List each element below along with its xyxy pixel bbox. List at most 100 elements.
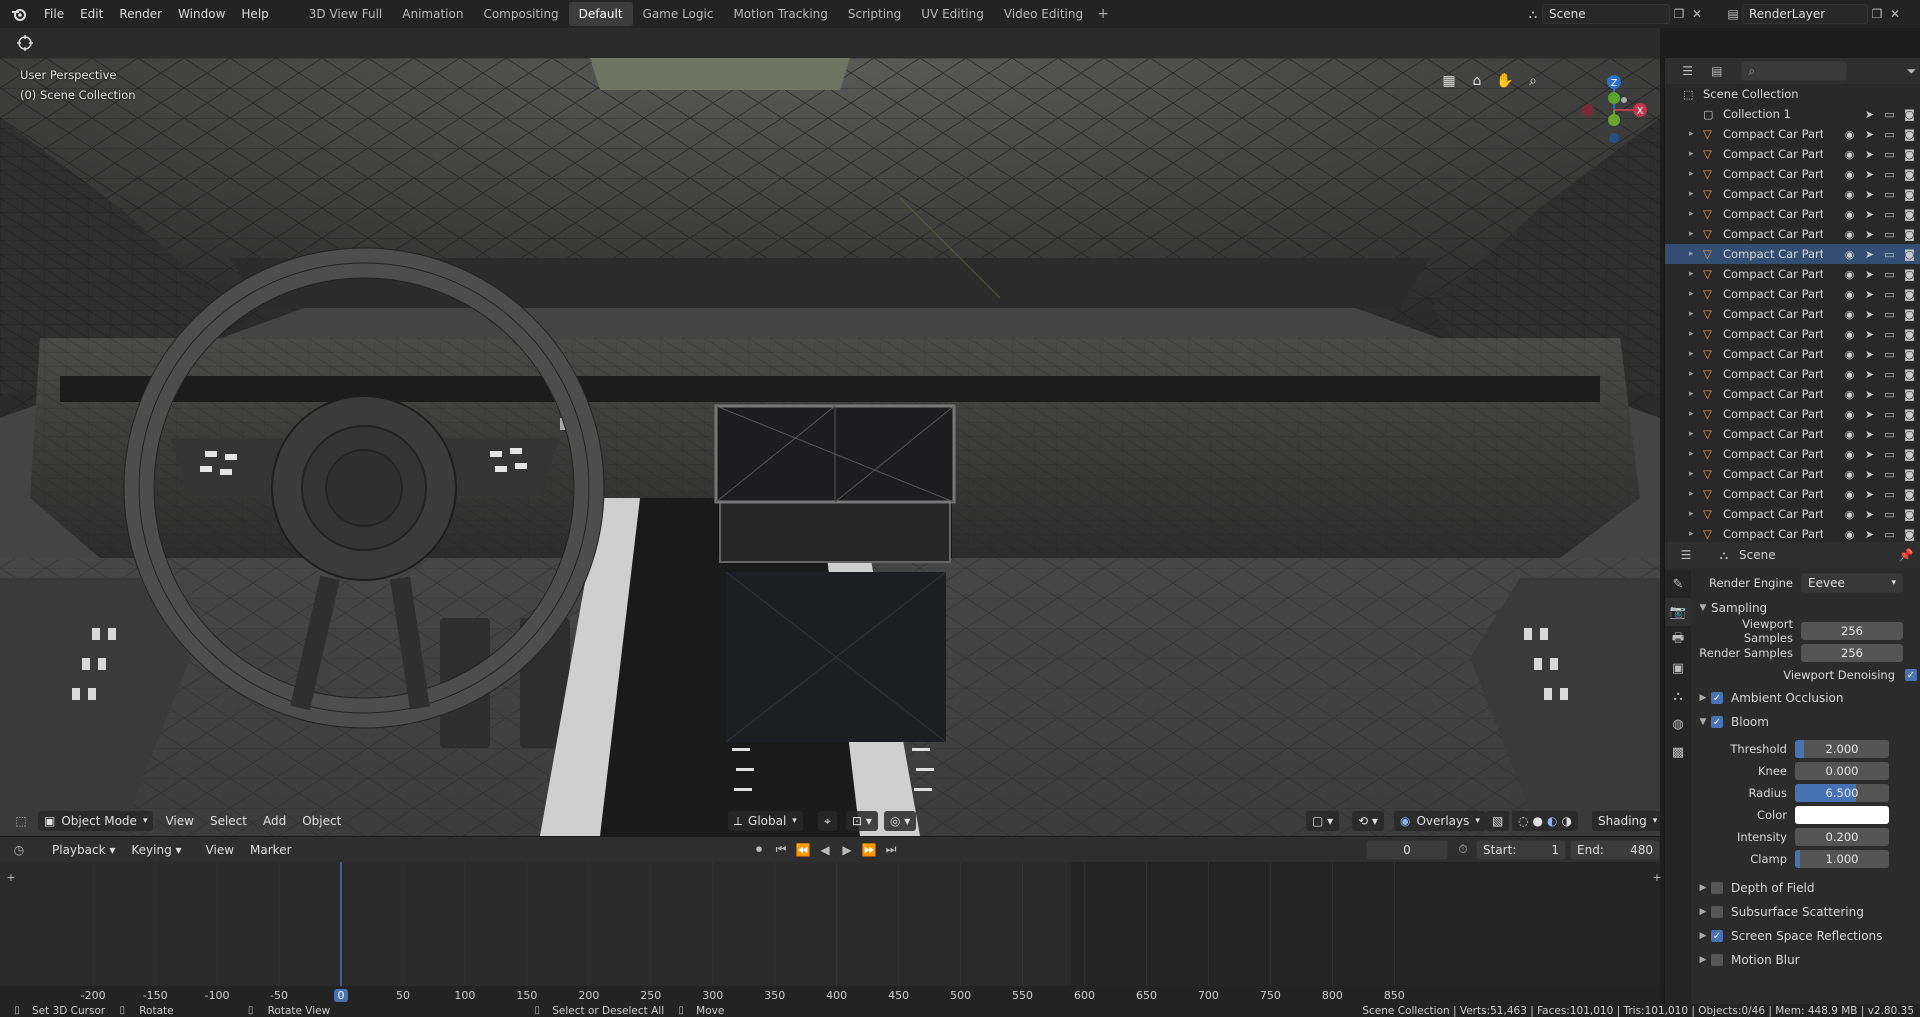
- outliner-search-input[interactable]: ⌕: [1741, 61, 1847, 81]
- render-toggle-icon[interactable]: ◙: [1901, 308, 1918, 321]
- outliner-object-row[interactable]: ▸ ▽ Compact Car Part.0 ◉➤▭◙: [1665, 384, 1920, 404]
- depth-of-field-section[interactable]: ▶ Depth of Field: [1695, 876, 1919, 900]
- render-toggle-icon[interactable]: ◙: [1901, 488, 1918, 501]
- eye-icon[interactable]: ◉: [1841, 288, 1858, 301]
- select-arrow-icon[interactable]: ➤: [1861, 268, 1878, 281]
- xray-toggle[interactable]: ▧: [1486, 811, 1510, 831]
- expand-arrow-icon[interactable]: ▸: [1689, 349, 1699, 359]
- render-toggle-icon[interactable]: ◙: [1901, 508, 1918, 521]
- outliner-object-row[interactable]: ▸ ▽ Compact Car Part.0 ◉➤▭◙: [1665, 364, 1920, 384]
- viewport-toggle-icon[interactable]: ▭: [1881, 208, 1898, 221]
- overlays-dropdown[interactable]: ◉ Overlays ▾: [1394, 811, 1486, 831]
- eye-icon[interactable]: ◉: [1841, 268, 1858, 281]
- outliner-object-row[interactable]: ▸ ▽ Compact Car Part.0 ◉➤▭◙: [1665, 444, 1920, 464]
- prev-keyframe-icon[interactable]: ⏪: [794, 841, 812, 859]
- eye-icon[interactable]: ◉: [1841, 208, 1858, 221]
- eye-icon[interactable]: ◉: [1841, 488, 1858, 501]
- outliner-collection[interactable]: ▢ Collection 1 ➤ ▭ ◙: [1665, 104, 1920, 124]
- filter-icon[interactable]: ⏷: [1903, 62, 1920, 80]
- select-arrow-icon[interactable]: ➤: [1861, 528, 1878, 541]
- outliner-object-row[interactable]: ▸ ▽ Compact Car Part.0 ◉➤▭◙: [1665, 344, 1920, 364]
- threshold-slider[interactable]: 2.000: [1795, 740, 1889, 758]
- start-frame-field[interactable]: Start: 1: [1476, 839, 1566, 860]
- bloom-checkbox[interactable]: ✓: [1711, 716, 1723, 728]
- viewport-toggle-icon[interactable]: ▭: [1881, 508, 1898, 521]
- output-tab-icon[interactable]: 🖶: [1665, 626, 1691, 654]
- pin-icon[interactable]: 📌: [1897, 546, 1915, 564]
- select-arrow-icon[interactable]: ➤: [1861, 308, 1878, 321]
- tab-default[interactable]: Default: [568, 2, 633, 26]
- eye-icon[interactable]: ◉: [1841, 348, 1858, 361]
- render-toggle-icon[interactable]: ◙: [1901, 228, 1918, 241]
- layer-selector[interactable]: ▤ RenderLayer ❐ ✕: [1724, 3, 1904, 25]
- timeline-add-left-icon[interactable]: +: [2, 868, 20, 886]
- preview-range-icon[interactable]: ⏱: [1454, 841, 1472, 859]
- viewport-toggle-icon[interactable]: ▭: [1881, 248, 1898, 261]
- expand-arrow-icon[interactable]: ▸: [1689, 309, 1699, 319]
- intensity-slider[interactable]: 0.200: [1795, 828, 1889, 846]
- viewport-toggle-icon[interactable]: ▭: [1881, 148, 1898, 161]
- render-toggle-icon[interactable]: ◙: [1901, 268, 1918, 281]
- gizmo-toggle-dropdown[interactable]: ⟲ ▾: [1352, 811, 1384, 831]
- jump-start-icon[interactable]: ⏮: [772, 841, 790, 859]
- tab-compositing[interactable]: Compositing: [473, 2, 568, 26]
- play-icon[interactable]: ▶: [838, 841, 856, 859]
- tab-animation[interactable]: Animation: [392, 2, 473, 26]
- eye-icon[interactable]: ◉: [1841, 428, 1858, 441]
- viewport-menu-view[interactable]: View: [157, 814, 201, 828]
- select-arrow-icon[interactable]: ➤: [1861, 248, 1878, 261]
- render-toggle-icon[interactable]: ◙: [1901, 108, 1918, 121]
- select-arrow-icon[interactable]: ➤: [1861, 348, 1878, 361]
- eye-icon[interactable]: ◉: [1841, 328, 1858, 341]
- viewport-toggle-icon[interactable]: ▭: [1881, 128, 1898, 141]
- viewport-toggle-icon[interactable]: ▭: [1881, 448, 1898, 461]
- snap-target-dropdown[interactable]: ⊡ ▾: [846, 811, 878, 831]
- wireframe-shading-icon[interactable]: ◌: [1518, 814, 1528, 828]
- viewport-toggle-icon[interactable]: ▭: [1881, 428, 1898, 441]
- eye-icon[interactable]: ◉: [1841, 508, 1858, 521]
- render-toggle-icon[interactable]: ◙: [1901, 148, 1918, 161]
- subsurface-checkbox[interactable]: [1711, 906, 1723, 918]
- play-reverse-icon[interactable]: ◀: [816, 841, 834, 859]
- tab-motion-tracking[interactable]: Motion Tracking: [723, 2, 837, 26]
- subsurface-section[interactable]: ▶ Subsurface Scattering: [1695, 900, 1919, 924]
- select-arrow-icon[interactable]: ➤: [1861, 388, 1878, 401]
- timeline-menu-keying[interactable]: Keying ▾: [123, 843, 189, 857]
- eye-icon[interactable]: ◉: [1841, 468, 1858, 481]
- viewport-toggle-icon[interactable]: ▭: [1881, 188, 1898, 201]
- render-toggle-icon[interactable]: ◙: [1901, 248, 1918, 261]
- clamp-slider[interactable]: 1.000: [1795, 850, 1889, 868]
- copy-layer-icon[interactable]: ❐: [1868, 5, 1886, 23]
- motion-blur-section[interactable]: ▶ Motion Blur: [1695, 948, 1919, 972]
- orientation-dropdown[interactable]: ⟂ Global ▾: [728, 811, 803, 831]
- layer-name-field[interactable]: RenderLayer: [1742, 4, 1868, 24]
- outliner-editor-type-icon[interactable]: ☰: [1679, 62, 1696, 80]
- render-toggle-icon[interactable]: ◙: [1901, 468, 1918, 481]
- outliner-object-row[interactable]: ▸ ▽ Compact Car Part.0 ◉➤▭◙: [1665, 484, 1920, 504]
- camera-view-icon[interactable]: ⌂: [1466, 70, 1488, 92]
- timeline-editor-type-icon[interactable]: ◷: [10, 841, 28, 859]
- current-frame-field[interactable]: 0: [1366, 839, 1448, 860]
- eye-icon[interactable]: ◉: [1841, 448, 1858, 461]
- expand-arrow-icon[interactable]: ▸: [1689, 389, 1699, 399]
- viewport-toggle-icon[interactable]: ▭: [1881, 408, 1898, 421]
- 3d-viewport[interactable]: User Perspective (0) Scene Collection ▦ …: [0, 58, 1660, 836]
- select-arrow-icon[interactable]: ➤: [1861, 148, 1878, 161]
- select-arrow-icon[interactable]: ➤: [1861, 168, 1878, 181]
- eye-icon[interactable]: ◉: [1841, 228, 1858, 241]
- select-arrow-icon[interactable]: ➤: [1861, 188, 1878, 201]
- render-samples-field[interactable]: 256: [1801, 644, 1903, 662]
- viewport-toggle-icon[interactable]: ▭: [1881, 168, 1898, 181]
- eye-icon[interactable]: ◉: [1841, 368, 1858, 381]
- viewport-toggle-icon[interactable]: ▭: [1881, 488, 1898, 501]
- motion-blur-checkbox[interactable]: [1711, 954, 1723, 966]
- knee-slider[interactable]: 0.000: [1795, 762, 1889, 780]
- render-toggle-icon[interactable]: ◙: [1901, 408, 1918, 421]
- expand-arrow-icon[interactable]: ▸: [1689, 209, 1699, 219]
- mode-dropdown[interactable]: ▣ Object Mode ▾: [38, 811, 154, 831]
- radius-slider[interactable]: 6.500: [1795, 784, 1889, 802]
- scene-selector[interactable]: ⛬ Scene ❐ ✕: [1524, 3, 1706, 25]
- select-arrow-icon[interactable]: ➤: [1861, 468, 1878, 481]
- properties-editor-type-icon[interactable]: ☰: [1677, 546, 1695, 564]
- select-arrow-icon[interactable]: ➤: [1861, 208, 1878, 221]
